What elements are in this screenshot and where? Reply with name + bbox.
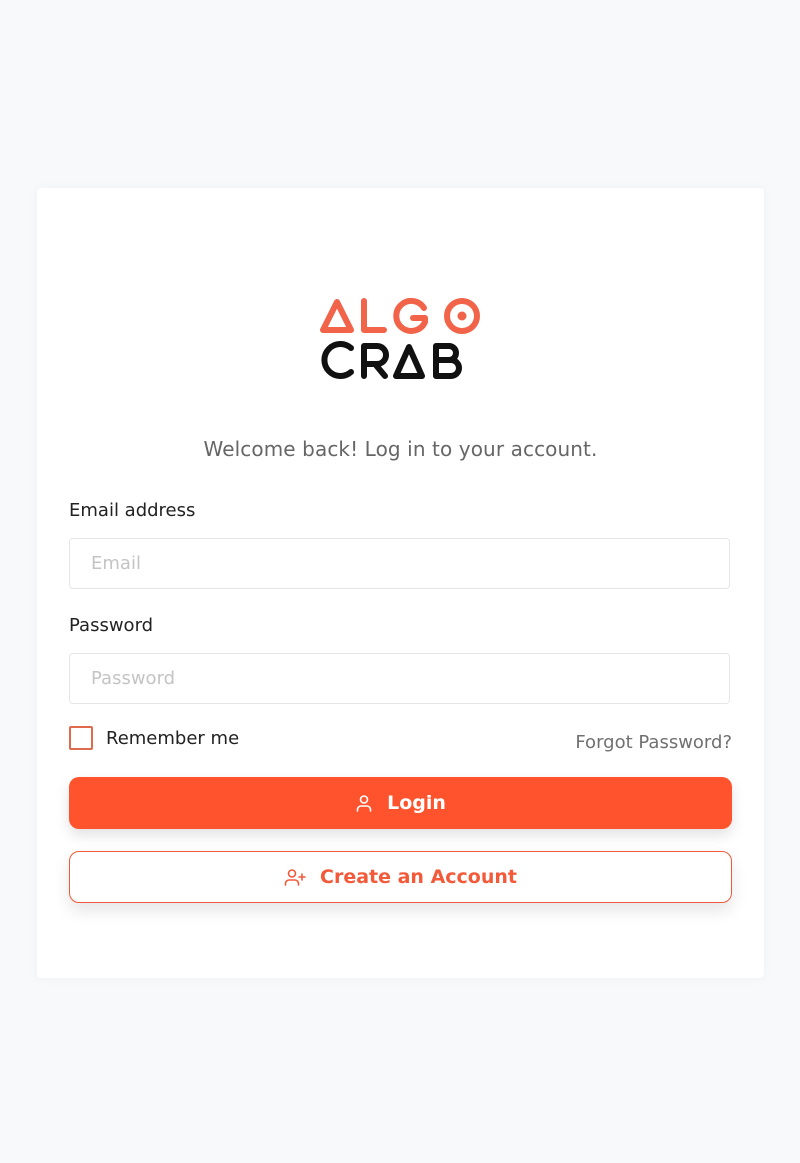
logo-target-dot [457, 311, 467, 321]
logo-letter-b [433, 343, 462, 379]
password-label: Password [69, 615, 154, 636]
user-plus-icon [284, 868, 306, 886]
email-label: Email address [69, 500, 196, 521]
logo-letter-r [361, 343, 389, 379]
logo-letter-a2 [393, 344, 425, 379]
remember-me[interactable]: Remember me [69, 726, 239, 750]
logo-letter-c [321, 341, 354, 379]
create-account-label: Create an Account [320, 866, 517, 888]
login-button[interactable]: Login [69, 777, 732, 829]
email-input[interactable] [69, 538, 730, 589]
remember-me-label[interactable]: Remember me [106, 728, 239, 749]
logo-graphic [320, 297, 480, 379]
create-account-button[interactable]: Create an Account [69, 851, 732, 903]
logo-letter-g [393, 297, 428, 334]
logo-letter-l [361, 298, 387, 333]
login-card: Welcome back! Log in to your account. Em… [37, 188, 764, 978]
login-button-label: Login [387, 792, 446, 814]
password-input[interactable] [69, 653, 730, 704]
algo-crab-logo [319, 294, 483, 380]
remember-me-checkbox[interactable] [69, 726, 93, 750]
user-icon [355, 794, 373, 812]
forgot-password-link[interactable]: Forgot Password? [575, 732, 732, 753]
logo-letter-a [320, 299, 354, 333]
welcome-message: Welcome back! Log in to your account. [203, 437, 598, 461]
